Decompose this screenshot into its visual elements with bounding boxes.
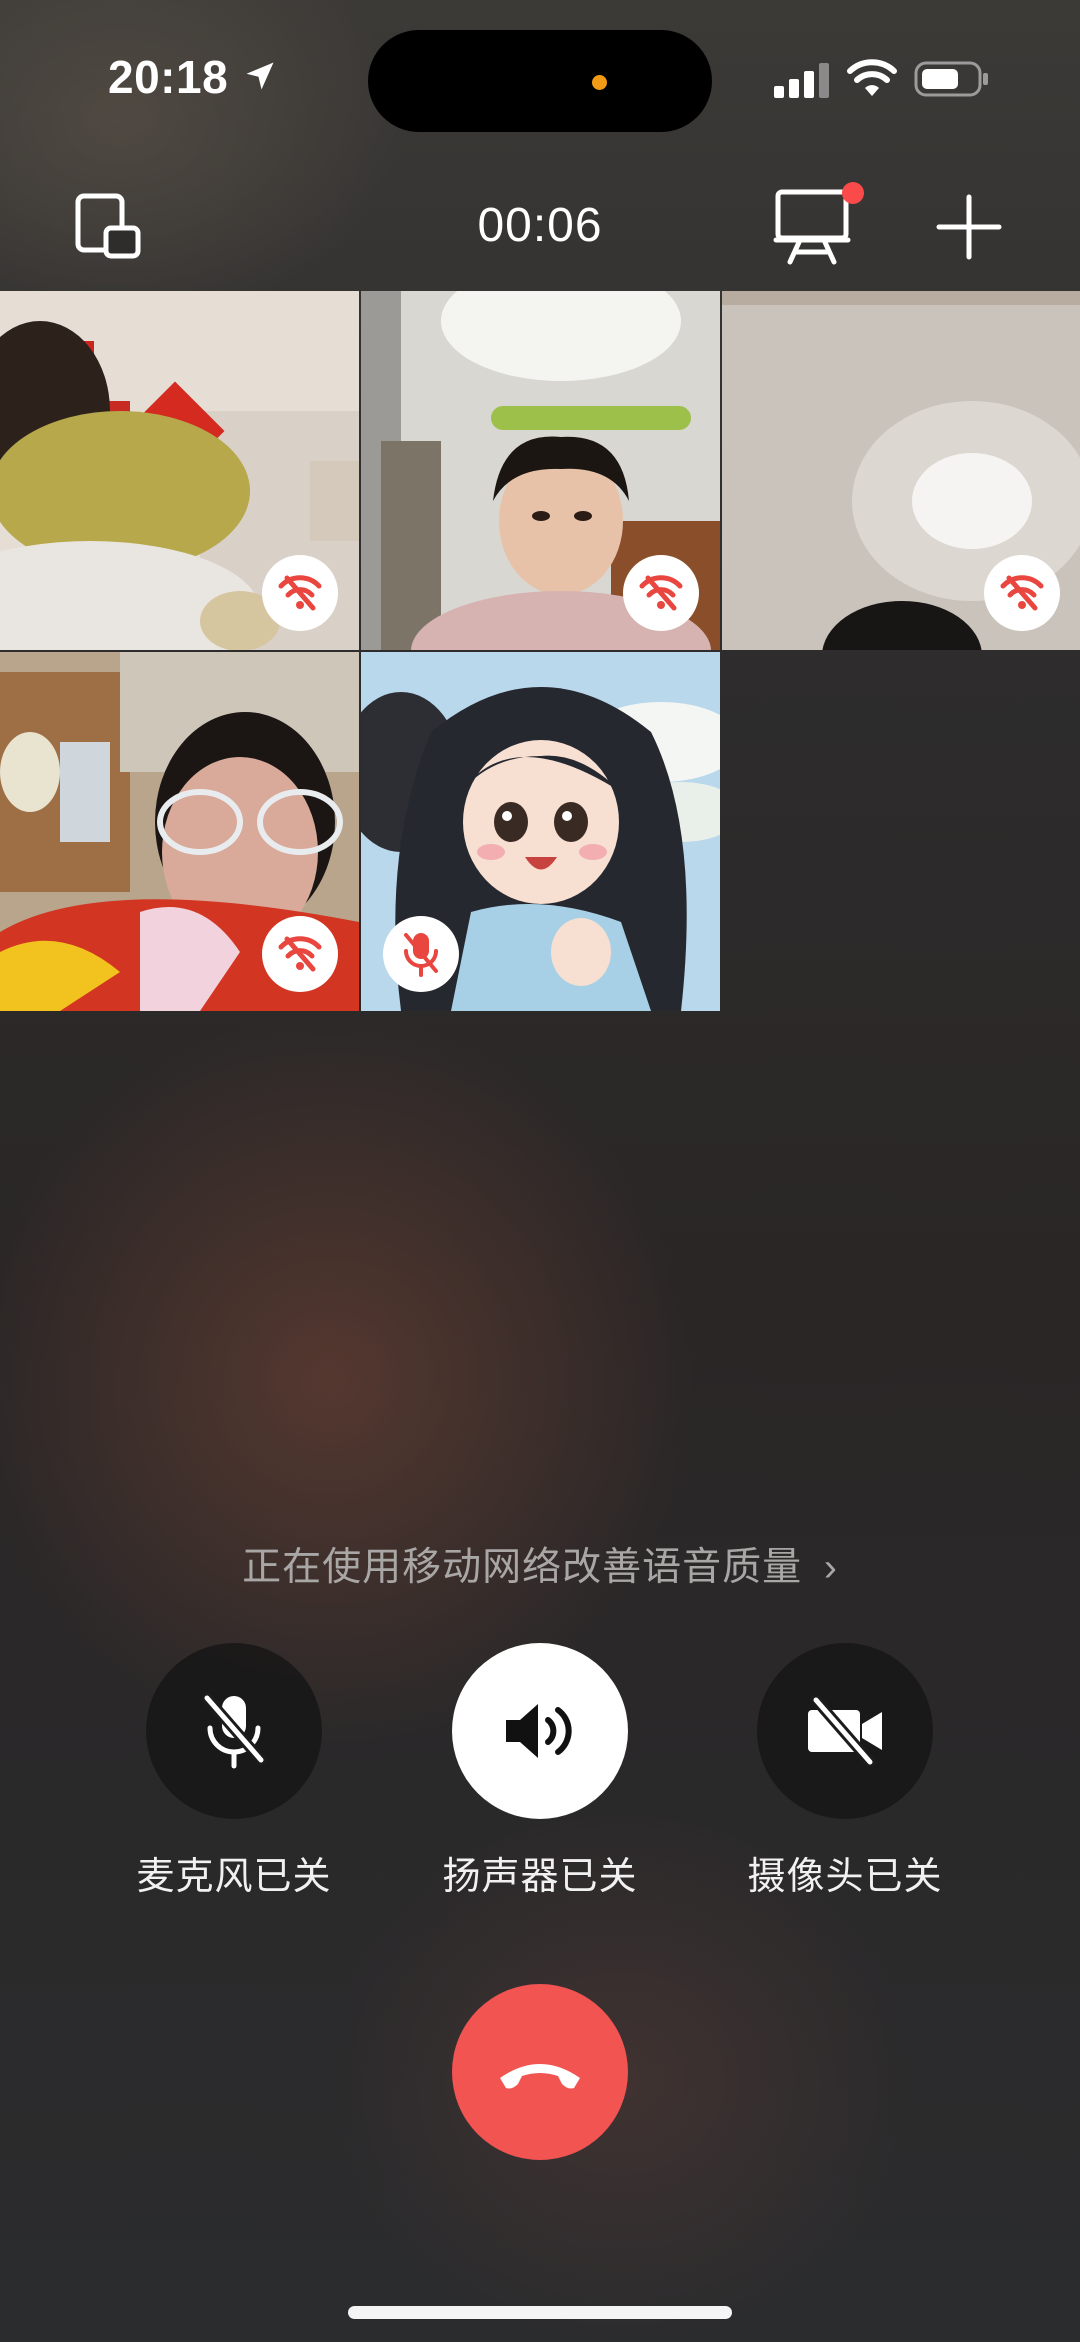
weak-network-badge — [262, 555, 338, 631]
microphone-toggle[interactable]: 麦克风已关 — [104, 1643, 364, 1900]
hang-up-icon — [500, 2064, 580, 2089]
network-quality-hint[interactable]: 正在使用移动网络改善语音质量 › — [0, 1536, 1080, 1592]
location-arrow-icon — [246, 62, 274, 90]
camera-toggle-button[interactable] — [757, 1643, 933, 1819]
weak-network-badge — [984, 555, 1060, 631]
participant-video-tile[interactable] — [361, 291, 720, 650]
home-indicator[interactable] — [348, 2306, 732, 2319]
participant-video-tile[interactable] — [722, 291, 1080, 650]
hang-up-button[interactable] — [452, 1984, 628, 2160]
privacy-indicator-dot — [592, 75, 607, 90]
speaker-toggle[interactable]: 扬声器已关 — [410, 1643, 670, 1900]
microphone-label: 麦克风已关 — [136, 1856, 332, 1898]
participant-video-grid — [0, 291, 1080, 1013]
speaker-label: 扬声器已关 — [442, 1856, 638, 1898]
speaker-toggle-button[interactable] — [452, 1643, 628, 1819]
status-time: 20:18 — [108, 51, 229, 103]
weak-network-icon — [278, 575, 322, 611]
battery-icon — [914, 61, 988, 97]
microphone-toggle-button[interactable] — [146, 1643, 322, 1819]
call-header: 00:06 — [0, 170, 1080, 290]
network-hint-text: 正在使用移动网络改善语音质量 — [242, 1546, 803, 1589]
camera-label: 摄像头已关 — [747, 1856, 943, 1898]
participant-video-tile[interactable] — [0, 291, 359, 650]
camera-toggle[interactable]: 摄像头已关 — [715, 1643, 975, 1900]
call-timer: 00:06 — [477, 199, 603, 252]
notification-dot — [842, 182, 864, 204]
speaker-icon — [506, 1704, 572, 1758]
status-bar: 20:18 — [0, 0, 1080, 150]
mic-muted-icon — [404, 933, 438, 977]
wifi-icon — [847, 59, 897, 96]
weak-network-icon — [639, 575, 683, 611]
weak-network-badge — [262, 916, 338, 992]
participant-video-tile[interactable] — [0, 652, 359, 1011]
camera-off-icon — [808, 1696, 882, 1766]
add-participant-icon[interactable] — [934, 192, 1004, 262]
participant-avatar-tile[interactable] — [361, 652, 720, 1011]
mic-off-icon — [201, 1692, 267, 1769]
chevron-right-icon: › — [823, 1546, 838, 1589]
weak-network-icon — [1000, 575, 1044, 611]
dynamic-island — [368, 30, 712, 132]
weak-network-icon — [278, 936, 322, 972]
mic-muted-badge — [383, 916, 459, 992]
cellular-signal-icon — [774, 63, 829, 98]
weak-network-badge — [623, 555, 699, 631]
